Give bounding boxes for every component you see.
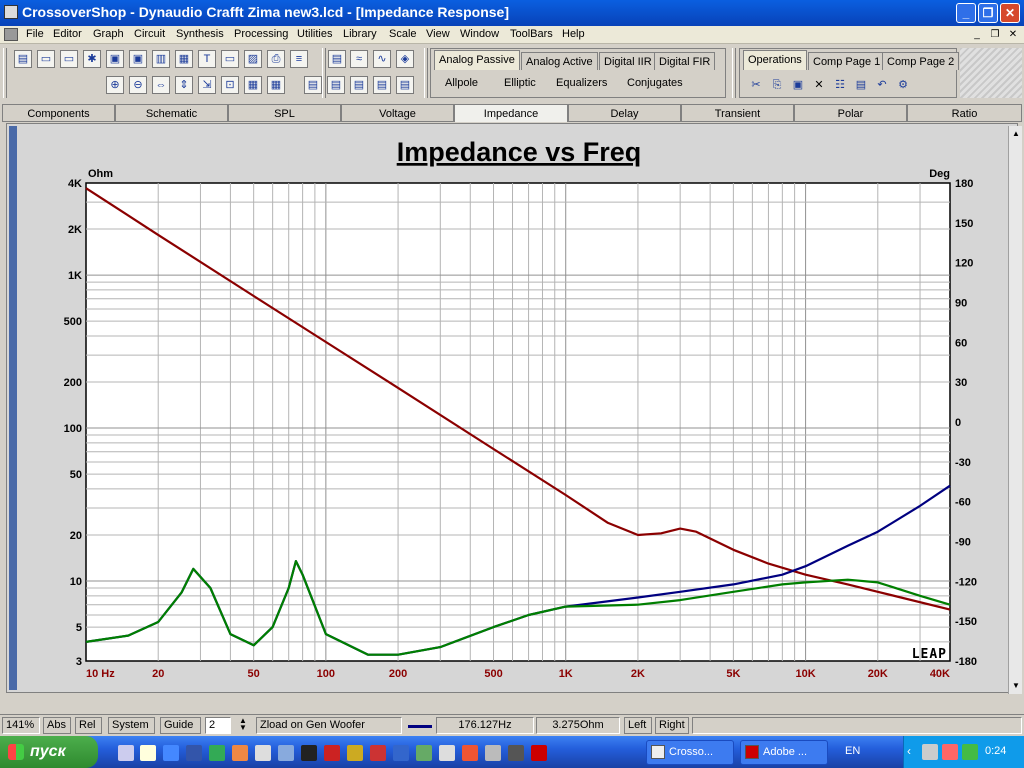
y-tick-label: 100	[64, 423, 82, 435]
x-tick-label: 40K	[930, 668, 950, 680]
y2-tick-label: 30	[955, 377, 967, 389]
zoom-level: 141%	[2, 717, 40, 734]
y2-tick-label: -180	[955, 656, 977, 668]
quicklaunch-acrobat-icon[interactable]	[531, 745, 547, 761]
status-empty-panel	[692, 717, 1022, 734]
x-tick-label: 5K	[726, 668, 740, 680]
y-tick-label: 10	[70, 576, 82, 588]
x-tick-label: 10K	[795, 668, 815, 680]
adobe-task-icon	[745, 745, 759, 759]
y-tick-label: 20	[70, 530, 82, 542]
guide-button[interactable]: Guide	[160, 717, 201, 734]
y2-tick-label: -30	[955, 457, 971, 469]
y-tick-label: 500	[64, 316, 82, 328]
tray-antivirus-icon[interactable]	[942, 744, 958, 760]
quicklaunch-isis-icon[interactable]	[393, 745, 409, 761]
y-tick-label: 2K	[68, 224, 82, 236]
crossover-task-icon	[651, 745, 665, 759]
x-tick-label: 1K	[559, 668, 573, 680]
y2-tick-label: -60	[955, 497, 971, 509]
quicklaunch-tool-icon[interactable]	[278, 745, 294, 761]
quicklaunch-word-icon[interactable]	[186, 745, 202, 761]
y2-tick-label: 150	[955, 218, 973, 230]
system-tray: ‹ 0:24	[903, 736, 1024, 768]
clock: 0:24	[985, 745, 1007, 757]
tray-status-icon[interactable]	[962, 744, 978, 760]
x-tick-label: 20K	[868, 668, 888, 680]
y-tick-label: 200	[64, 377, 82, 389]
cursor-frequency: 176.127Hz	[436, 717, 534, 734]
quicklaunch-cloud-icon[interactable]	[255, 745, 271, 761]
x-tick-label: 100	[317, 668, 335, 680]
impedance-chart[interactable]: Impedance vs Freq Ohm Deg 10 Hz 20 50 100 20…	[0, 0, 1024, 714]
x-tick-label: 200	[389, 668, 407, 680]
y-tick-label: 4K	[68, 178, 82, 190]
y2-tick-label: -90	[955, 537, 971, 549]
taskbar-button-adobe[interactable]: Adobe ...	[740, 740, 828, 765]
task-label: Crosso...	[669, 746, 714, 758]
y-tick-label: 1K	[68, 270, 82, 282]
x-tick-label: 2K	[631, 668, 645, 680]
y2-tick-label: 120	[955, 258, 973, 270]
y-tick-label: 50	[70, 469, 82, 481]
guide-value-field[interactable]: 2	[205, 717, 231, 734]
quicklaunch-game-icon[interactable]	[324, 745, 340, 761]
quicklaunch-chrome-icon[interactable]	[462, 745, 478, 761]
tray-network-icon[interactable]	[922, 744, 938, 760]
guide-spinner[interactable]: ▲ ▼	[233, 717, 253, 734]
quicklaunch-app-icon[interactable]	[140, 745, 156, 761]
taskbar: пуск Crosso... Adobe ... EN ‹ 0:24	[0, 736, 1024, 768]
cursor-value: 3.275Ohm	[536, 717, 620, 734]
leap-logo: LEAP	[912, 647, 947, 662]
quicklaunch-explorer-icon[interactable]	[118, 745, 134, 761]
left-axis-unit: Ohm	[88, 168, 113, 180]
y2-tick-label: 0	[955, 417, 961, 429]
windows-logo-icon	[8, 744, 24, 760]
task-label: Adobe ...	[763, 746, 808, 758]
quicklaunch-help-icon[interactable]	[439, 745, 455, 761]
taskbar-button-crossover[interactable]: Crosso...	[646, 740, 734, 765]
y2-tick-label: 60	[955, 337, 967, 349]
plot-background	[85, 182, 951, 662]
start-button[interactable]: пуск	[0, 736, 98, 768]
quicklaunch-winamp-icon[interactable]	[416, 745, 432, 761]
y2-tick-label: 180	[955, 178, 973, 190]
right-axis-unit: Deg	[929, 168, 950, 180]
rel-button[interactable]: Rel	[75, 717, 102, 734]
y2-tick-label: -150	[955, 616, 977, 628]
y2-tick-label: -120	[955, 576, 977, 588]
system-button[interactable]: System	[108, 717, 155, 734]
quicklaunch-ares-icon[interactable]	[370, 745, 386, 761]
quicklaunch-ie-icon[interactable]	[163, 745, 179, 761]
series-swatch	[408, 725, 432, 728]
chart-title: Impedance vs Freq	[397, 137, 642, 167]
x-tick-label: 10 Hz	[86, 668, 115, 680]
quicklaunch-star-icon[interactable]	[347, 745, 363, 761]
quicklaunch-excel-icon[interactable]	[209, 745, 225, 761]
x-tick-label: 20	[152, 668, 164, 680]
quicklaunch-camera-icon[interactable]	[508, 745, 524, 761]
y-tick-label: 5	[76, 622, 82, 634]
tray-expand-icon[interactable]: ‹	[907, 744, 911, 758]
quicklaunch-disk-icon[interactable]	[485, 745, 501, 761]
right-axis-button[interactable]: Right	[655, 717, 689, 734]
series-label: Zload on Gen Woofer	[256, 717, 402, 734]
start-label: пуск	[30, 743, 66, 760]
quicklaunch-media-icon[interactable]	[301, 745, 317, 761]
x-tick-label: 50	[248, 668, 260, 680]
status-bar: 141% Abs Rel System Guide 2 ▲ ▼ Zload on …	[0, 714, 1024, 736]
language-indicator[interactable]: EN	[845, 745, 860, 757]
abs-button[interactable]: Abs	[43, 717, 71, 734]
y2-tick-label: 90	[955, 298, 967, 310]
x-tick-label: 500	[484, 668, 502, 680]
y-tick-label: 3	[76, 656, 82, 668]
left-axis-button[interactable]: Left	[624, 717, 652, 734]
quicklaunch-powerpoint-icon[interactable]	[232, 745, 248, 761]
